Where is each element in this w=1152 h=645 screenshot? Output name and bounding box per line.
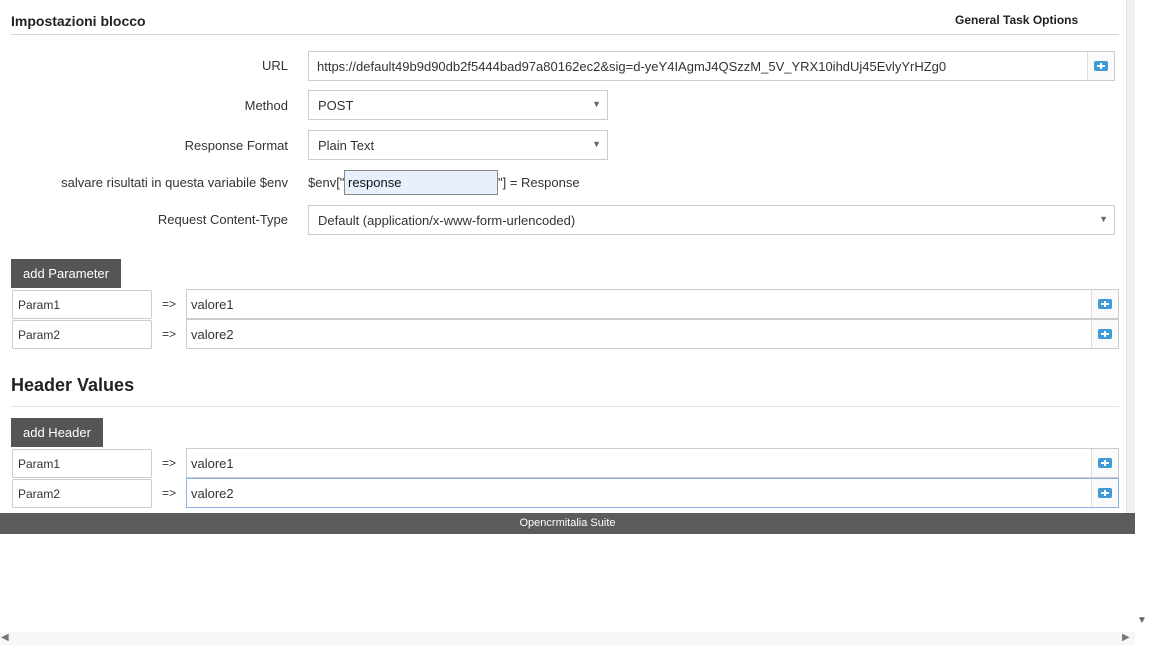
response-format-value: Plain Text [318,138,375,153]
header-row-1-key-text: Param1 [18,457,61,471]
chevron-down-icon: ▼ [1099,214,1108,224]
url-field-picker-button[interactable] [1087,52,1114,80]
url-label: URL [261,58,288,73]
header-row-1-value-text: valore1 [191,456,234,471]
env-variable-input[interactable]: response [344,170,498,195]
param-row-2-value[interactable]: valore2 [186,319,1119,349]
env-prefix: $env[" [308,175,345,190]
block-title: Impostazioni blocco [11,13,146,29]
header-row-1-picker-button[interactable] [1091,449,1118,477]
param-row-1-value-text: valore1 [191,297,234,312]
field-picker-icon [1098,458,1112,468]
url-value: https://default49b9d90db2f5444bad97a8016… [317,59,947,74]
header-row-2-key-text: Param2 [18,487,61,501]
chevron-down-icon: ▼ [592,99,601,109]
add-parameter-button[interactable]: add Parameter [11,259,121,288]
header-row-2-value-text: valore2 [191,486,234,501]
header-row-2-value[interactable]: valore2 [186,478,1119,508]
scroll-left-icon[interactable]: ◀ [1,632,9,643]
url-input[interactable]: https://default49b9d90db2f5444bad97a8016… [308,51,1115,81]
scroll-down-icon[interactable]: ▼ [1137,615,1147,626]
param-row-1-key-text: Param1 [18,298,61,312]
content-type-value: Default (application/x-www-form-urlencod… [318,213,576,228]
vertical-scrollbar[interactable]: ▼ [1135,0,1152,632]
content-type-label: Request Content-Type [157,212,288,227]
param-row-1-key[interactable]: Param1 [12,290,152,319]
env-variable-value: response [348,175,402,190]
header-values-divider [11,406,1119,407]
field-picker-icon [1094,61,1108,71]
header-values-title: Header Values [11,375,135,395]
param-row-1-arrow: => [162,297,177,311]
horizontal-scrollbar[interactable]: ◀ ▶ [0,632,1135,645]
env-label: salvare risultati in questa variabile $e… [61,175,288,190]
title-divider [11,34,1119,35]
method-select[interactable]: POST ▼ [308,90,608,120]
right-gutter [1126,0,1135,513]
header-row-2-picker-button[interactable] [1091,479,1118,507]
method-value: POST [318,98,354,113]
env-suffix: "] = Response [498,175,580,190]
general-task-options-link[interactable]: General Task Options [955,13,1078,27]
field-picker-icon [1098,329,1112,339]
param-row-1-picker-button[interactable] [1091,290,1118,318]
param-row-2-key[interactable]: Param2 [12,320,152,349]
param-row-2-arrow: => [162,327,177,341]
chevron-down-icon: ▼ [592,139,601,149]
header-row-2-key[interactable]: Param2 [12,479,152,508]
add-header-button[interactable]: add Header [11,418,103,447]
param-row-1-value[interactable]: valore1 [186,289,1119,319]
header-row-2-arrow: => [162,486,177,500]
param-row-2-picker-button[interactable] [1091,320,1118,348]
response-format-select[interactable]: Plain Text ▼ [308,130,608,160]
field-picker-icon [1098,488,1112,498]
header-row-1-key[interactable]: Param1 [12,449,152,478]
field-picker-icon [1098,299,1112,309]
param-row-2-key-text: Param2 [18,328,61,342]
scroll-right-icon[interactable]: ▶ [1122,632,1130,643]
footer-bar: Opencrmitalia Suite [0,513,1135,534]
param-row-2-value-text: valore2 [191,327,234,342]
header-row-1-value[interactable]: valore1 [186,448,1119,478]
content-type-select[interactable]: Default (application/x-www-form-urlencod… [308,205,1115,235]
header-row-1-arrow: => [162,456,177,470]
response-format-label: Response Format [184,138,288,153]
method-label: Method [244,98,288,113]
